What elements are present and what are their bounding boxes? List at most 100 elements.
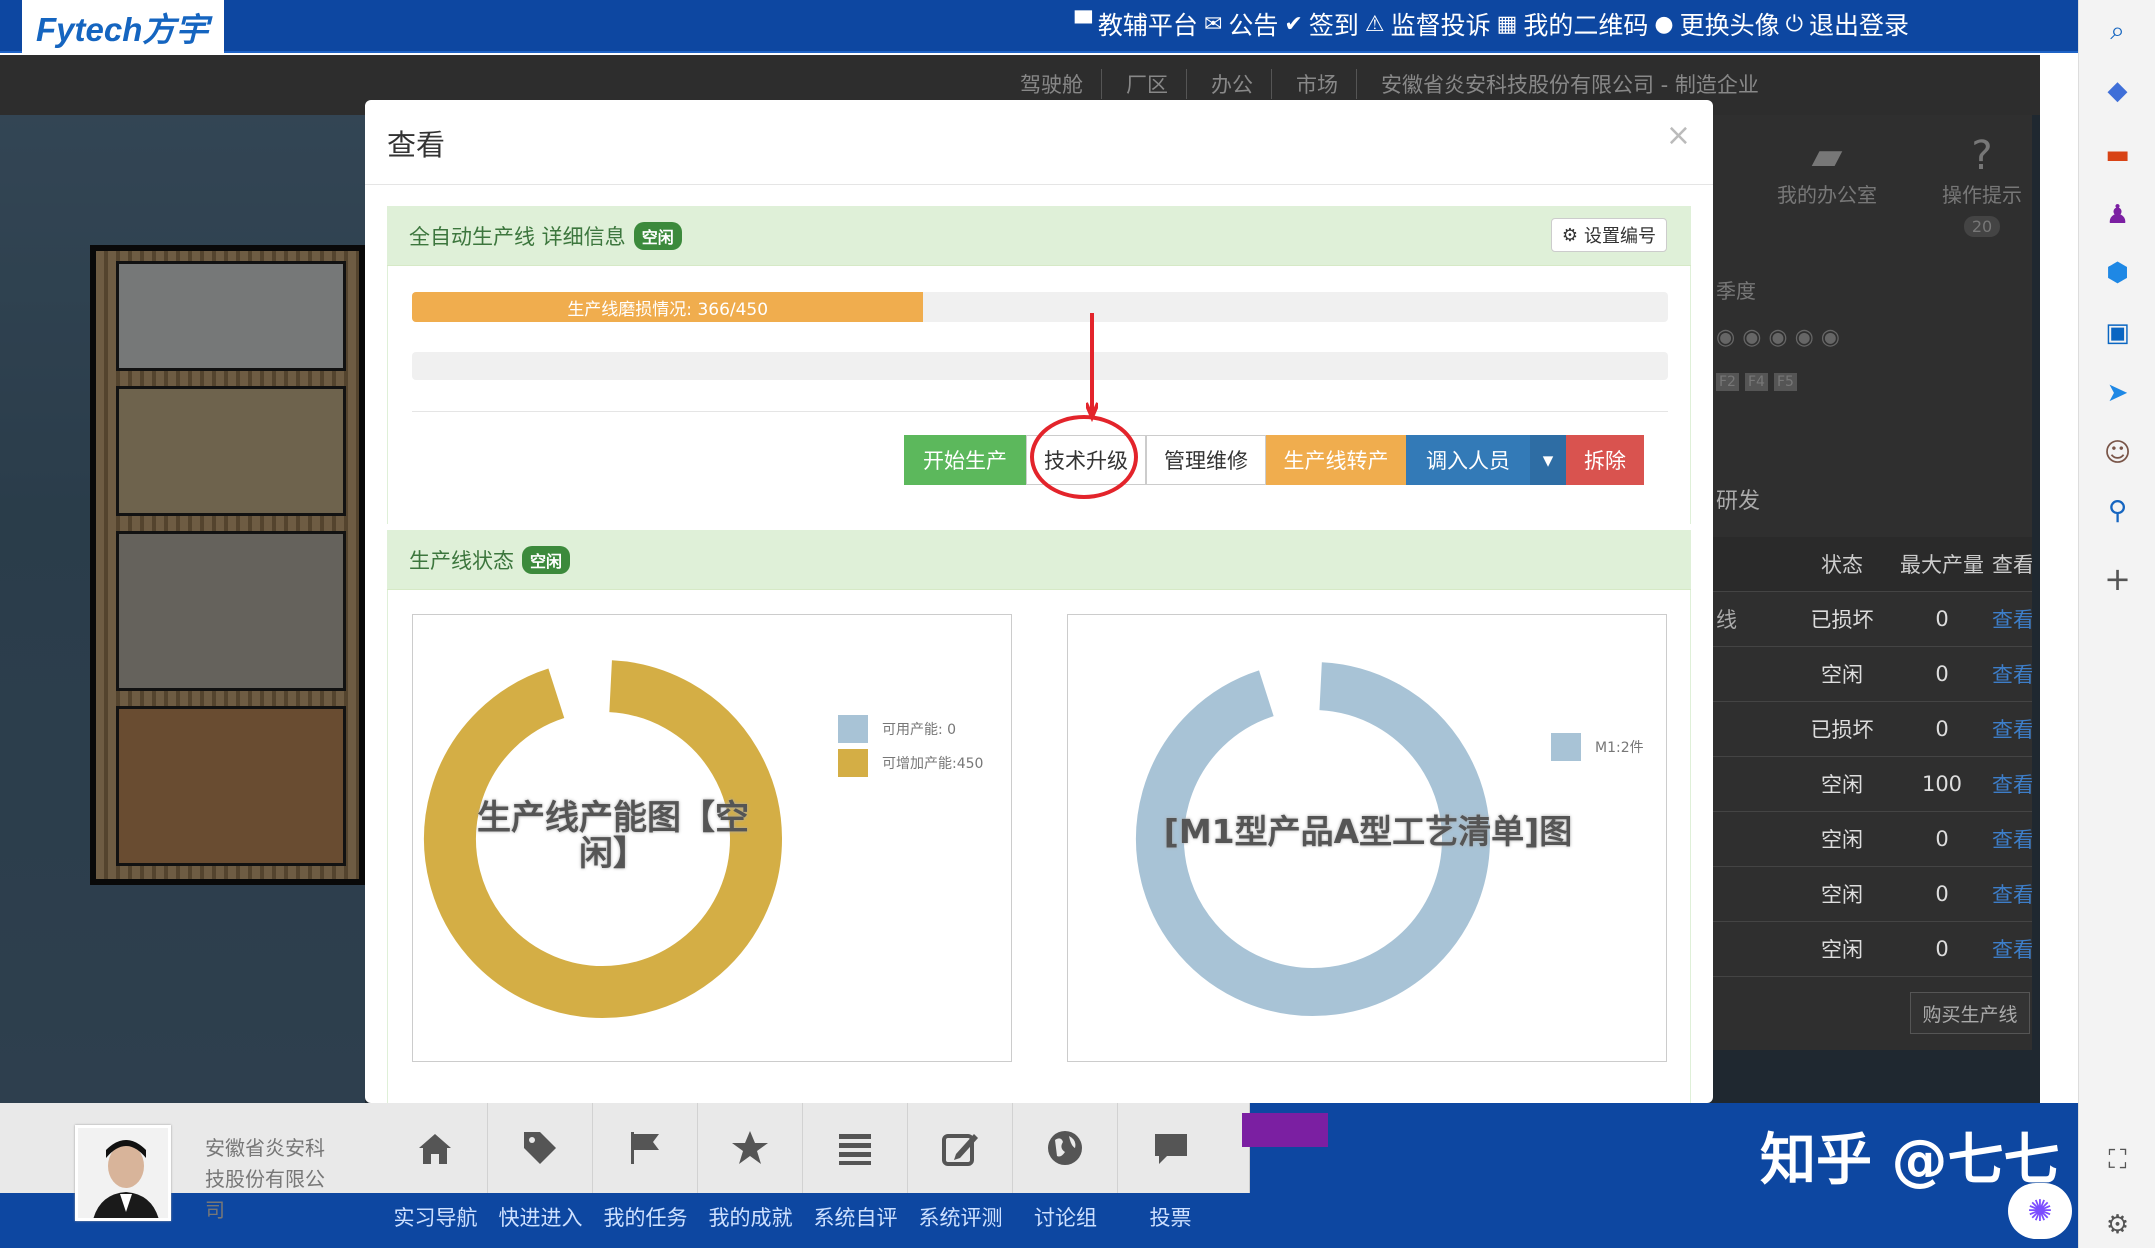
nav-qrcode[interactable]: ▦ 我的二维码 [1497, 6, 1649, 42]
tag-icon[interactable]: ◆ [2079, 76, 2155, 106]
caret-down-icon: ▾ [1542, 448, 1554, 472]
nav-label-vote[interactable]: 投票 [1118, 1202, 1223, 1232]
table-header: 状态 最大产量 查看 [1712, 537, 2032, 592]
nav-label-tasks[interactable]: 我的任务 [593, 1202, 698, 1232]
subnav-company: 安徽省炎安科技股份有限公司 - 制造企业 [1381, 73, 1759, 97]
capacity-chart: 可用产能: 0 可增加产能:450 生产线产能图【空闲】 [412, 614, 1012, 1062]
edit-icon[interactable] [908, 1103, 1013, 1193]
close-icon[interactable]: × [1666, 118, 1691, 153]
operation-tips[interactable]: ? 操作提示 20 [1934, 133, 2030, 237]
start-production-button[interactable]: 开始生产 [904, 435, 1026, 485]
send-icon[interactable]: ➤ [2079, 378, 2155, 408]
envelope-icon: ✉ [1203, 11, 1223, 37]
table-row: 空闲 0 查看 [1712, 867, 2032, 922]
modal-title: 查看 [387, 128, 446, 162]
star-icon[interactable] [698, 1103, 803, 1193]
globe-icon[interactable] [1013, 1103, 1118, 1193]
buy-production-line-button[interactable]: 购买生产线 [1910, 992, 2030, 1034]
dismantle-button[interactable]: 拆除 [1566, 435, 1644, 485]
legend-item: 可用产能: 0 [838, 715, 983, 743]
detail-panel-header: 全自动生产线 详细信息 空闲 ⚙ 设置编号 [387, 206, 1691, 266]
nav-label-discussion[interactable]: 讨论组 [1013, 1202, 1118, 1232]
briefcase-icon: ▰ [1811, 133, 1843, 179]
view-link[interactable]: 查看 [1992, 824, 2032, 854]
production-line-table: 状态 最大产量 查看 线已损坏 0 查看 空闲 0 查看 已损坏 0 查看 空闲 100 查看 … [1712, 537, 2032, 977]
monitor-icon: ▀ [1075, 11, 1092, 37]
logo[interactable]: Fytech方宇 [22, 0, 224, 53]
nav-label-system-eval[interactable]: 系统评测 [908, 1202, 1013, 1232]
rd-label: 研发 [1716, 489, 1761, 514]
wear-progress-bar: 生产线磨损情况: 366/450 [412, 292, 1668, 322]
annotation-circle [1030, 415, 1138, 499]
capacity-legend: 可用产能: 0 可增加产能:450 [838, 715, 983, 777]
view-link[interactable]: 查看 [1992, 604, 2032, 634]
outlook-icon[interactable]: ▣ [2079, 318, 2155, 348]
my-office[interactable]: ▰ 我的办公室 [1772, 133, 1882, 208]
home-icon[interactable] [383, 1103, 488, 1193]
brain-icon[interactable]: ✺ [2008, 1183, 2072, 1239]
gear-icon: ⚙ [1561, 224, 1578, 246]
process-list-chart: M1:2件 [M1型产品A型工艺清单]图 [1067, 614, 1667, 1062]
top-nav: ▀ 教辅平台 ✉ 公告 ✔ 签到 ⚠ 监督投诉 ▦ 我的二维码 ● 更换头像 ⏻ 退出登录 [1075, 6, 1909, 42]
screenshot-icon[interactable]: ⛶ [2079, 1145, 2155, 1176]
tips-count-badge: 20 [1963, 216, 2001, 237]
check-circle-icon: ✔ [1284, 11, 1303, 37]
nav-change-avatar[interactable]: ● 更换头像 [1654, 6, 1779, 42]
view-link[interactable]: 查看 [1992, 714, 2032, 744]
subnav-market[interactable]: 市场 [1296, 69, 1357, 99]
search-icon[interactable]: ⚲ [2079, 496, 2155, 526]
subnav-office[interactable]: 办公 [1211, 69, 1272, 99]
people-icon[interactable]: ♟ [2079, 200, 2155, 230]
nav-label-self-eval[interactable]: 系统自评 [803, 1202, 908, 1232]
nav-announcement[interactable]: ✉ 公告 [1204, 6, 1278, 42]
nav-logout[interactable]: ⏻ 退出登录 [1786, 6, 1909, 42]
avatar[interactable] [75, 1125, 171, 1221]
avatar-icon[interactable]: ☺ [2079, 438, 2155, 468]
table-row: 空闲 100 查看 [1712, 757, 2032, 812]
flag-icon[interactable] [593, 1103, 698, 1193]
process-chart-title: [M1型产品A型工艺清单]图 [1163, 812, 1573, 851]
nav-complaint[interactable]: ⚠ 监督投诉 [1365, 6, 1491, 42]
company-name: 安徽省炎安科技股份有限公司 [205, 1136, 325, 1222]
table-row: 空闲 0 查看 [1712, 647, 2032, 702]
annotation-arrow [1086, 313, 1098, 423]
watermark: 知乎 @七七 [1760, 1128, 2060, 1193]
set-number-button[interactable]: ⚙ 设置编号 [1550, 218, 1667, 252]
search-icon[interactable]: ⌕ [2079, 16, 2155, 47]
f-labels: F2 F4 F5 [1716, 373, 1797, 391]
question-icon: ? [1971, 133, 1993, 179]
status-badge: 空闲 [522, 545, 571, 574]
view-link[interactable]: 查看 [1992, 934, 2032, 964]
subnav-factory[interactable]: 厂区 [1126, 69, 1187, 99]
process-legend: M1:2件 [1551, 733, 1644, 761]
table-row: 已损坏 0 查看 [1712, 702, 2032, 757]
tag-icon[interactable] [488, 1103, 593, 1193]
nav-label-guide[interactable]: 实习导航 [383, 1202, 488, 1232]
nav-teaching-platform[interactable]: ▀ 教辅平台 [1075, 6, 1198, 42]
nav-label-quick-enter[interactable]: 快进进入 [488, 1202, 593, 1232]
chat-icon[interactable] [1118, 1103, 1223, 1193]
legend-item: M1:2件 [1551, 733, 1644, 761]
assign-staff-dropdown-toggle[interactable]: ▾ [1530, 435, 1566, 485]
nav-checkin[interactable]: ✔ 签到 [1284, 6, 1358, 42]
gear-icon[interactable]: ⚙ [2079, 1210, 2155, 1240]
legend-item: 可增加产能:450 [838, 749, 983, 777]
line-transfer-button[interactable]: 生产线转产 [1266, 435, 1406, 485]
flag-icon[interactable]: ⚑ [2048, 574, 2070, 602]
status-badge: 空闲 [633, 221, 682, 250]
view-link[interactable]: 查看 [1992, 659, 2032, 689]
maintenance-button[interactable]: 管理维修 [1146, 435, 1266, 485]
assign-staff-button[interactable]: 调入人员 [1406, 435, 1530, 485]
table-row: 空闲 0 查看 [1712, 922, 2032, 977]
copilot-icon[interactable]: ⬢ [2079, 258, 2155, 288]
dots-row: ◉ ◉ ◉ ◉ ◉ [1716, 325, 1840, 350]
warning-icon: ⚠ [1364, 11, 1385, 37]
add-icon[interactable]: + [2079, 560, 2155, 598]
view-link[interactable]: 查看 [1992, 769, 2032, 799]
user-icon: ● [1654, 11, 1674, 37]
view-link[interactable]: 查看 [1992, 879, 2032, 909]
nav-label-achievements[interactable]: 我的成就 [698, 1202, 803, 1232]
toolbox-icon[interactable]: ▬ [2079, 140, 2155, 170]
list-icon[interactable] [803, 1103, 908, 1193]
subnav-cockpit[interactable]: 驾驶舱 [1020, 69, 1102, 99]
